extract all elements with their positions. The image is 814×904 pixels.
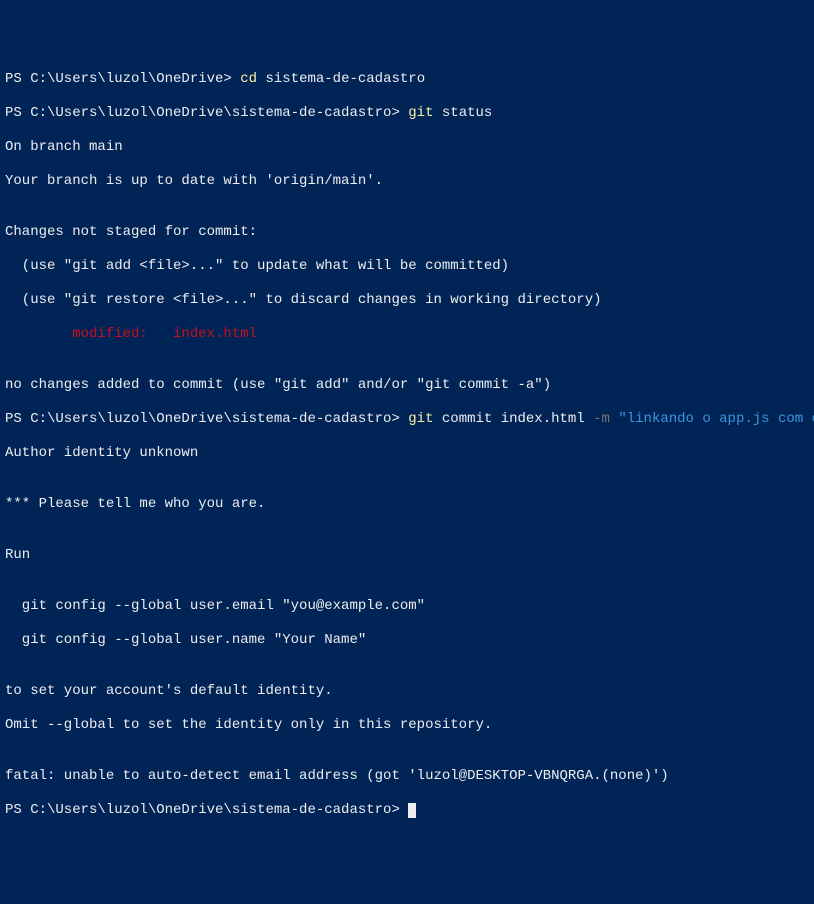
output-hint-add: (use "git add <file>..." to update what … <box>5 258 809 275</box>
output-set-default: to set your account's default identity. <box>5 683 809 700</box>
prompt-line-3: PS C:\Users\luzol\OneDrive\sistema-de-ca… <box>5 411 809 428</box>
cmd-cd: cd <box>240 71 257 87</box>
output-fatal: fatal: unable to auto-detect email addre… <box>5 768 809 785</box>
cmd-git: git <box>408 105 433 121</box>
output-config-name: git config --global user.name "Your Name… <box>5 632 809 649</box>
output-config-email: git config --global user.email "you@exam… <box>5 598 809 615</box>
cursor-icon[interactable] <box>408 803 416 818</box>
output-omit-global: Omit --global to set the identity only i… <box>5 717 809 734</box>
cmd-git: git <box>408 411 433 427</box>
prompt-line-2: PS C:\Users\luzol\OneDrive\sistema-de-ca… <box>5 105 809 122</box>
output-branch: On branch main <box>5 139 809 156</box>
output-no-changes: no changes added to commit (use "git add… <box>5 377 809 394</box>
output-run: Run <box>5 547 809 564</box>
prompt-line-4[interactable]: PS C:\Users\luzol\OneDrive\sistema-de-ca… <box>5 802 809 819</box>
output-please-tell: *** Please tell me who you are. <box>5 496 809 513</box>
output-uptodate: Your branch is up to date with 'origin/m… <box>5 173 809 190</box>
prompt-line-1: PS C:\Users\luzol\OneDrive> cd sistema-d… <box>5 71 809 88</box>
flag-m: -m <box>593 411 618 427</box>
output-author-unknown: Author identity unknown <box>5 445 809 462</box>
output-modified-file: modified: index.html <box>5 326 809 343</box>
commit-msg: "linkando o app.js com o html" <box>618 411 814 427</box>
output-hint-restore: (use "git restore <file>..." to discard … <box>5 292 809 309</box>
output-changes-header: Changes not staged for commit: <box>5 224 809 241</box>
